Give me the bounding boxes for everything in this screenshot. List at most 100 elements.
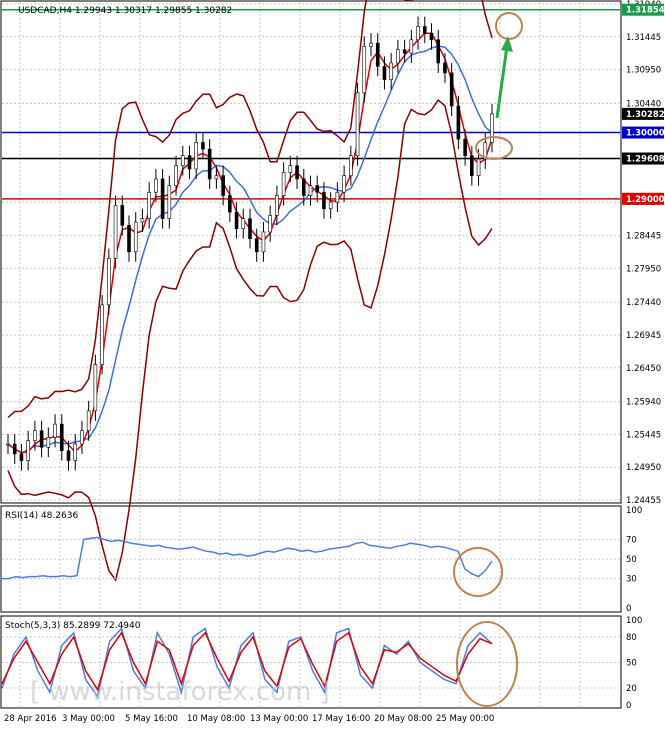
candle-body (33, 430, 37, 441)
candle-body (355, 92, 360, 157)
price-box-label: 1.29608 (626, 155, 665, 165)
candle-body (241, 218, 246, 229)
stoch-label: Stoch(5,3,3) 85.2899 72.4940 (5, 621, 141, 631)
candle-body (59, 423, 64, 451)
y-tick-label: 1.30950 (626, 66, 661, 76)
candle-body (349, 155, 353, 176)
candle-body (120, 205, 125, 226)
usdcad-chart: 1007050300 1008050200 1.319401.314451.30… (0, 0, 665, 724)
x-label: 25 May 00:00 (436, 714, 494, 724)
stoch-tick: 0 (626, 701, 631, 711)
candle-body (214, 175, 219, 180)
y-tick-label: 1.24455 (626, 496, 661, 506)
x-axis-labels: 28 Apr 2016 3 May 00:00 5 May 16:00 10 May … (4, 714, 494, 724)
candle-body (422, 26, 427, 34)
y-tick-label: 1.27440 (626, 298, 661, 308)
stoch-tick: 80 (626, 633, 637, 643)
candle-body (375, 42, 380, 67)
candle-body (6, 443, 10, 446)
watermark: [ www.instaforex.com ] (30, 677, 330, 707)
candle-body (281, 172, 286, 196)
candle-body (234, 211, 239, 229)
main-panel (0, 0, 622, 504)
candle-body (409, 39, 414, 54)
price-box-label: 1.29000 (626, 195, 665, 205)
candle-body (328, 201, 333, 210)
candle-body (490, 113, 494, 143)
y-tick-label: 1.26945 (626, 331, 661, 341)
candle-body (342, 175, 346, 193)
candle-body (322, 191, 326, 210)
price-box-label: 1.30000 (626, 129, 665, 139)
candle-body (140, 218, 145, 223)
candle-body (147, 191, 151, 220)
x-label: 20 May 08:00 (374, 714, 432, 724)
stoch-tick: 20 (626, 684, 637, 694)
y-tick-label: 1.25445 (626, 430, 661, 440)
candle-body (402, 49, 407, 54)
candle-body (194, 142, 199, 170)
rsi-label: RSI(14) 48.2636 (5, 511, 78, 521)
y-tick-label: 1.24950 (626, 463, 661, 473)
x-label: 5 May 16:00 (125, 714, 178, 724)
y-tick-label: 1.26450 (626, 364, 661, 374)
candle-body (449, 72, 454, 107)
y-axis-ticks: 1.319401.314451.309501.304401.296001.289… (626, 0, 661, 506)
candle-body (436, 39, 441, 64)
candle-body (261, 231, 266, 253)
candle-body (187, 155, 192, 170)
candle-body (429, 32, 434, 41)
symbol-label: USDCAD,H4 1.29943 1.30317 1.29855 1.3028… (18, 6, 232, 16)
candle-body (53, 423, 57, 438)
candle-body (174, 165, 178, 186)
candle-body (389, 62, 393, 80)
x-label: 3 May 00:00 (62, 714, 115, 724)
candle-body (80, 430, 84, 445)
candle-body (127, 225, 131, 253)
candle-body (201, 142, 205, 150)
candle-body (86, 410, 91, 432)
candle-body (167, 185, 172, 220)
candle-body (463, 138, 467, 157)
candle-body (93, 364, 98, 412)
rsi-tick: 100 (626, 506, 642, 516)
candle-body (12, 443, 17, 455)
y-tick-label: 1.28445 (626, 232, 661, 242)
x-label: 10 May 08:00 (187, 714, 245, 724)
candle-body (396, 49, 400, 64)
candle-body (180, 155, 185, 166)
price-box-label: 1.31854 (626, 6, 665, 16)
y-tick-label: 1.25940 (626, 398, 661, 408)
candle-body (362, 46, 367, 94)
candle-body (295, 165, 299, 180)
candle-body (46, 437, 51, 448)
candle-body (248, 218, 252, 239)
candle-body (100, 304, 104, 365)
candle-body (456, 105, 461, 140)
candle-body (66, 450, 71, 461)
candle-body (133, 221, 138, 253)
candle-body (254, 238, 259, 253)
rsi-tick: 30 (626, 575, 637, 585)
x-label: 17 May 16:00 (312, 714, 370, 724)
candle-body (443, 62, 447, 74)
stoch-tick: 50 (626, 659, 637, 669)
y-tick-label: 1.31445 (626, 33, 661, 43)
candle-body (476, 158, 481, 176)
candle-body (308, 185, 313, 196)
candle-body (335, 191, 340, 203)
candle-body (207, 148, 212, 180)
candle-body (73, 443, 78, 461)
candle-body (107, 258, 111, 306)
candle-body (301, 178, 306, 196)
candle-body (228, 195, 232, 213)
candle-body (39, 430, 44, 448)
rsi-tick: 50 (626, 555, 637, 565)
candle-body (221, 175, 225, 196)
rsi-tick: 70 (626, 535, 637, 545)
x-label: 28 Apr 2016 (4, 714, 57, 724)
candle-body (315, 185, 320, 193)
price-box-label: 1.30282 (626, 110, 665, 120)
rsi-tick: 0 (626, 604, 631, 614)
candle-body (26, 440, 30, 461)
